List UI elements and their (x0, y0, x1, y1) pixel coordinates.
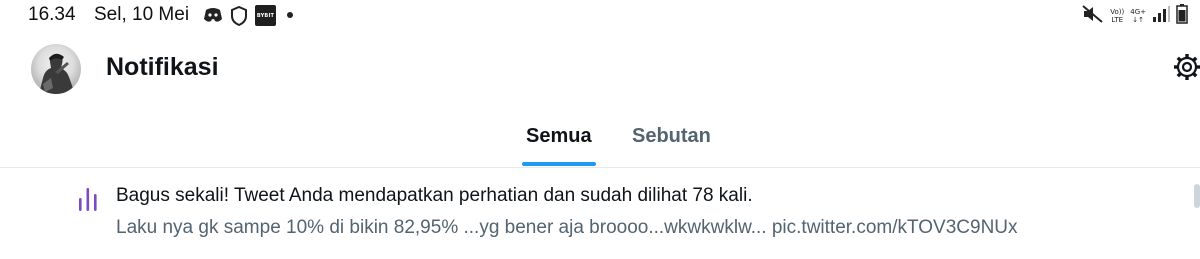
signal-icon (1152, 5, 1170, 27)
volte-label-top: Vo)) (1110, 8, 1125, 16)
shield-icon (230, 5, 248, 31)
battery-icon (1176, 3, 1188, 29)
status-right-icons: Vo)) LTE 4G+ ↓↑ (1082, 3, 1188, 29)
tabs-divider (0, 167, 1200, 168)
active-tab-indicator (522, 162, 596, 166)
tab-mentions[interactable]: Sebutan (632, 125, 711, 148)
gear-icon[interactable] (1172, 52, 1200, 82)
volte-label-bottom: LTE (1111, 16, 1124, 24)
notification-tweet-snippet: Laku nya gk sampe 10% di bikin 82,95% ..… (116, 217, 1018, 238)
status-time: 16.34 (28, 4, 76, 25)
tab-all[interactable]: Semua (526, 125, 592, 148)
status-bar: 16.34 Sel, 10 Mei BYBIT Vo)) LTE 4G+ ↓↑ (0, 0, 1200, 34)
bybit-app-icon: BYBIT (255, 5, 276, 26)
volte-icon: Vo)) LTE (1110, 8, 1124, 24)
mute-icon (1082, 4, 1104, 28)
network-gen-label: 4G+ (1130, 8, 1146, 16)
page-title: Notifikasi (106, 53, 219, 81)
avatar[interactable] (31, 44, 81, 94)
notifications-screen: 16.34 Sel, 10 Mei BYBIT Vo)) LTE 4G+ ↓↑ … (0, 0, 1200, 259)
analytics-bars-icon (78, 186, 98, 214)
data-arrows-icon: ↓↑ (1132, 16, 1144, 24)
status-date: Sel, 10 Mei (94, 4, 190, 25)
notification-title: Bagus sekali! Tweet Anda mendapatkan per… (116, 185, 753, 206)
notification-dot (287, 12, 293, 18)
scrollbar[interactable] (1194, 184, 1200, 208)
4g-icon: 4G+ ↓↑ (1130, 8, 1146, 24)
discord-icon (203, 6, 223, 29)
